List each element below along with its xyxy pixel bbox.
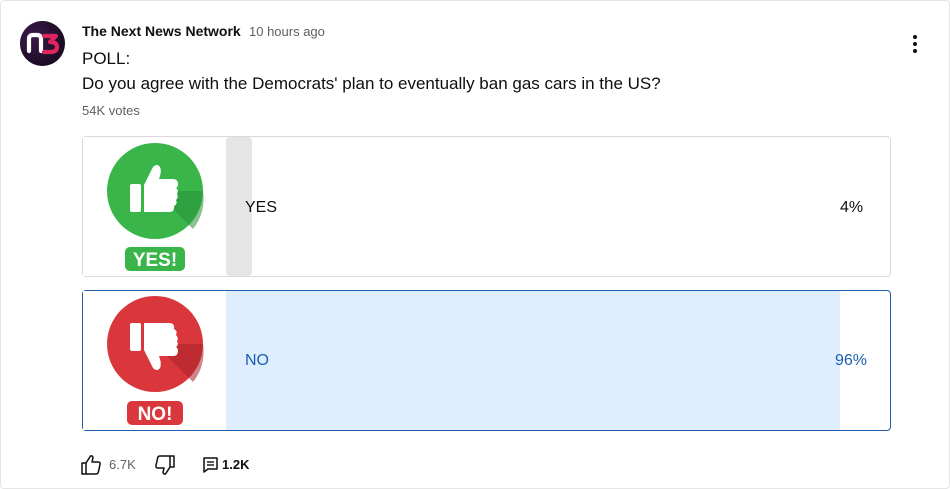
thumb-up-outline-icon — [81, 455, 101, 475]
poll-option-percent: 96% — [835, 352, 868, 369]
comment-icon — [203, 457, 218, 473]
comments-button[interactable] — [199, 453, 223, 477]
poll-option-label: YES — [245, 199, 278, 216]
svg-text:YES!: YES! — [133, 250, 177, 271]
community-post-card: The Next News Network 10 hours ago POLL:… — [0, 0, 950, 489]
post-time[interactable]: 10 hours ago — [249, 24, 325, 39]
svg-text:NO!: NO! — [138, 404, 173, 425]
poll-option-percent: 4% — [840, 199, 864, 216]
channel-name[interactable]: The Next News Network — [82, 23, 241, 39]
vote-count: 54K votes — [82, 103, 140, 118]
comment-count[interactable]: 1.2K — [222, 457, 249, 472]
n3-logo-icon — [26, 32, 60, 55]
poll-option-image: NO! — [83, 291, 226, 430]
like-count: 6.7K — [109, 457, 136, 472]
poll-option-label: NO — [245, 352, 269, 369]
post-text-line-1: POLL: — [82, 49, 131, 68]
dislike-button[interactable] — [153, 453, 177, 477]
channel-avatar[interactable] — [20, 21, 65, 66]
poll-option-yes[interactable]: YES! YES 4% — [82, 136, 891, 277]
post-text-line-2: Do you agree with the Democrats' plan to… — [82, 74, 661, 93]
poll-result-bar — [226, 291, 840, 430]
poll-option-no[interactable]: NO! NO 96% — [82, 290, 891, 431]
like-button[interactable] — [79, 453, 103, 477]
more-vert-icon[interactable] — [905, 35, 925, 57]
thumb-down-outline-icon — [155, 455, 175, 475]
poll-option-image: YES! — [83, 137, 226, 276]
